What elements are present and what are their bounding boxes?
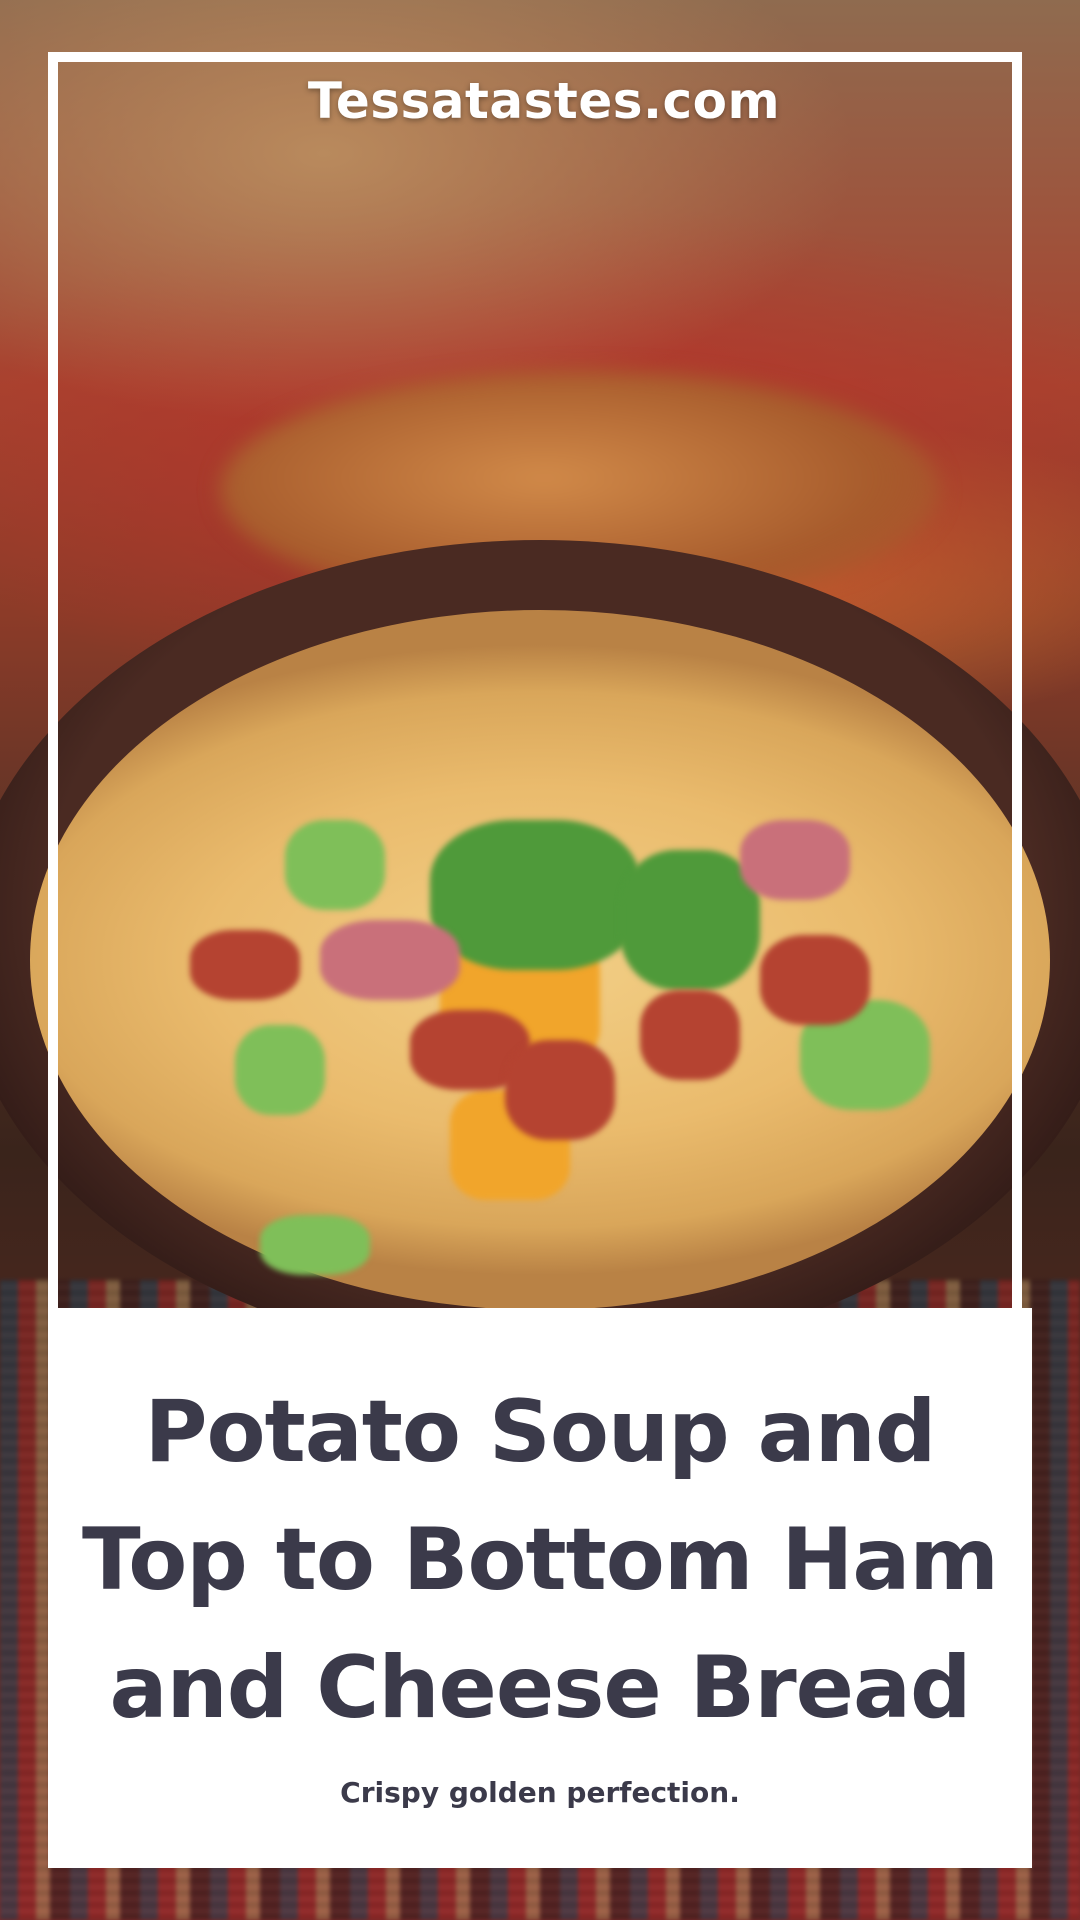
caption-panel: Potato Soup and Top to Bottom Ham and Ch… xyxy=(48,1308,1032,1868)
white-frame-border xyxy=(48,52,1022,1312)
site-name: Tessatastes.com xyxy=(307,72,781,130)
recipe-subtitle: Crispy golden perfection. xyxy=(340,1776,740,1809)
recipe-title: Potato Soup and Top to Bottom Ham and Ch… xyxy=(81,1382,999,1738)
